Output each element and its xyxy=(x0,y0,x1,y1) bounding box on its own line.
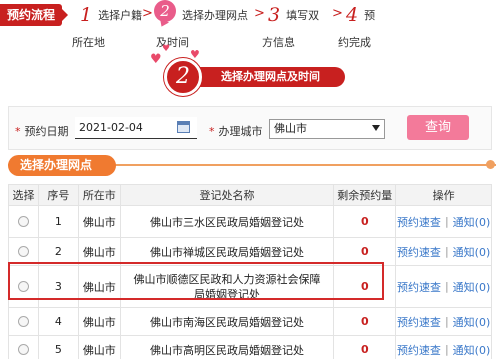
row-remaining-count: 0 xyxy=(334,238,397,266)
row-number: 1 xyxy=(38,206,79,238)
notice-link[interactable]: 通知(0) xyxy=(453,279,491,295)
notice-link[interactable]: 通知(0) xyxy=(453,244,491,260)
step-1-label: 选择户籍 xyxy=(98,9,143,22)
heart-icon: ♥ xyxy=(162,44,171,54)
row-actions: 预约速查 | 通知(0) xyxy=(396,206,492,238)
query-form: *预约日期 *办理城市 佛山市 查询 xyxy=(8,106,492,150)
office-table: 选择 序号 所在市 登记处名称 剩余预约量 操作 1 佛山市 佛山市三水区民政局… xyxy=(8,184,493,359)
row-radio[interactable] xyxy=(17,216,29,227)
row-office-name: 佛山市禅城区民政局婚姻登记处 xyxy=(120,238,335,266)
calendar-icon[interactable] xyxy=(177,121,190,133)
row-city: 佛山市 xyxy=(78,206,121,238)
row-remaining-count: 0 xyxy=(334,308,397,336)
row-office-name: 佛山市高明区民政局婚姻登记处 xyxy=(121,336,335,359)
row-city: 佛山市 xyxy=(79,336,121,359)
step-2-active-bubble: 2 xyxy=(154,0,176,22)
row-remaining-count: 0 xyxy=(334,336,397,359)
quick-check-link[interactable]: 预约速查 xyxy=(397,342,441,358)
row-number: 2 xyxy=(38,238,79,266)
step-2-label: 选择办理网点 xyxy=(182,9,248,22)
step-4-sublabel: 约完成 xyxy=(338,36,371,49)
row-radio[interactable] xyxy=(17,246,29,257)
quick-check-link[interactable]: 预约速查 xyxy=(397,279,441,295)
table-row: 3 佛山市 佛山市顺德区民政和人力资源社会保障局婚姻登记处 0 预约速查 | 通知(… xyxy=(8,266,493,308)
chevron-down-icon xyxy=(372,125,380,131)
row-number: 3 xyxy=(38,266,79,308)
step-3-label: 填写双 xyxy=(286,9,320,22)
step-separator-icon: > xyxy=(142,6,153,21)
table-row: 4 佛山市 佛山市南海区民政局婚姻登记处 0 预约速查 | 通知(0) xyxy=(8,308,492,336)
city-select[interactable]: 佛山市 xyxy=(269,119,385,139)
row-radio[interactable] xyxy=(17,281,29,292)
table-header-cell: 登记处名称 xyxy=(120,184,335,206)
table-header-cell: 序号 xyxy=(38,184,79,206)
notice-link[interactable]: 通知(0) xyxy=(453,214,491,230)
step-3: 3 填写双 xyxy=(268,2,319,28)
select-cell xyxy=(9,206,39,238)
quick-check-link[interactable]: 预约速查 xyxy=(397,314,441,330)
row-remaining-count: 0 xyxy=(334,266,397,308)
select-cell xyxy=(9,308,39,336)
city-label: * 办理城市 xyxy=(209,125,263,138)
row-office-name: 佛山市顺德区民政和人力资源社会保障局婚姻登记处 xyxy=(120,266,335,308)
row-actions: 预约速查 | 通知(0) xyxy=(396,266,493,308)
table-header-row: 选择 序号 所在市 登记处名称 剩余预约量 操作 xyxy=(8,184,492,206)
current-step-number: 2 xyxy=(164,58,202,96)
section-title: 选择办理网点 xyxy=(8,155,116,176)
step-4-label: 预 xyxy=(364,9,376,22)
select-cell xyxy=(9,336,39,359)
step-3-sublabel: 方信息 xyxy=(262,36,295,49)
step-1: 1 选择户籍 xyxy=(80,2,142,28)
step-2: 选择办理网点 xyxy=(182,2,248,28)
table-row: 5 佛山市 佛山市高明区民政局婚姻登记处 0 预约速查 | 通知(0) xyxy=(8,336,492,359)
row-remaining-count: 0 xyxy=(334,206,397,238)
notice-link[interactable]: 通知(0) xyxy=(453,314,491,330)
row-actions: 预约速查 | 通知(0) xyxy=(396,336,492,359)
select-cell xyxy=(9,266,39,308)
row-number: 5 xyxy=(39,336,79,359)
query-button[interactable]: 查询 xyxy=(407,115,469,140)
heart-icon: ♥ xyxy=(150,52,162,67)
step-1-sublabel: 所在地 xyxy=(72,36,105,49)
step-2-sublabel: 及时间 xyxy=(156,36,189,49)
step-1-number: 1 xyxy=(80,4,93,26)
table-header-cell: 选择 xyxy=(9,184,39,206)
step-4: 4 预 xyxy=(346,2,375,28)
row-actions: 预约速查 | 通知(0) xyxy=(396,308,492,336)
step-4-number: 4 xyxy=(346,4,359,26)
table-header-cell: 操作 xyxy=(396,184,492,206)
date-label: * 预约日期 xyxy=(15,125,69,138)
section-divider-dot xyxy=(486,160,495,169)
notice-link[interactable]: 通知(0) xyxy=(453,342,491,358)
step-progress-bar: 预约流程 1 选择户籍 > 2 选择办理网点 > 3 填写双 > 4 预 xyxy=(0,0,500,30)
step-separator-icon: > xyxy=(254,6,265,21)
row-office-name: 佛山市三水区民政局婚姻登记处 xyxy=(120,206,335,238)
table-row: 2 佛山市 佛山市禅城区民政局婚姻登记处 0 预约速查 | 通知(0) xyxy=(8,238,492,266)
row-city: 佛山市 xyxy=(78,238,121,266)
row-city: 佛山市 xyxy=(78,308,121,336)
select-cell xyxy=(9,238,39,266)
city-select-value: 佛山市 xyxy=(274,122,307,135)
row-radio[interactable] xyxy=(17,316,29,327)
step-3-number: 3 xyxy=(268,4,281,26)
table-row: 1 佛山市 佛山市三水区民政局婚姻登记处 0 预约速查 | 通知(0) xyxy=(8,206,492,238)
quick-check-link[interactable]: 预约速查 xyxy=(397,244,441,260)
flow-tag: 预约流程 xyxy=(0,4,68,26)
row-radio[interactable] xyxy=(17,344,29,355)
quick-check-link[interactable]: 预约速查 xyxy=(397,214,441,230)
table-header-cell: 所在市 xyxy=(78,184,121,206)
table-header-cell: 剩余预约量 xyxy=(334,184,397,206)
step-separator-icon: > xyxy=(332,6,343,21)
row-city: 佛山市 xyxy=(78,266,121,308)
row-actions: 预约速查 | 通知(0) xyxy=(396,238,492,266)
row-number: 4 xyxy=(38,308,79,336)
row-office-name: 佛山市南海区民政局婚姻登记处 xyxy=(120,308,335,336)
current-step-banner: 选择办理网点及时间 xyxy=(185,67,345,87)
